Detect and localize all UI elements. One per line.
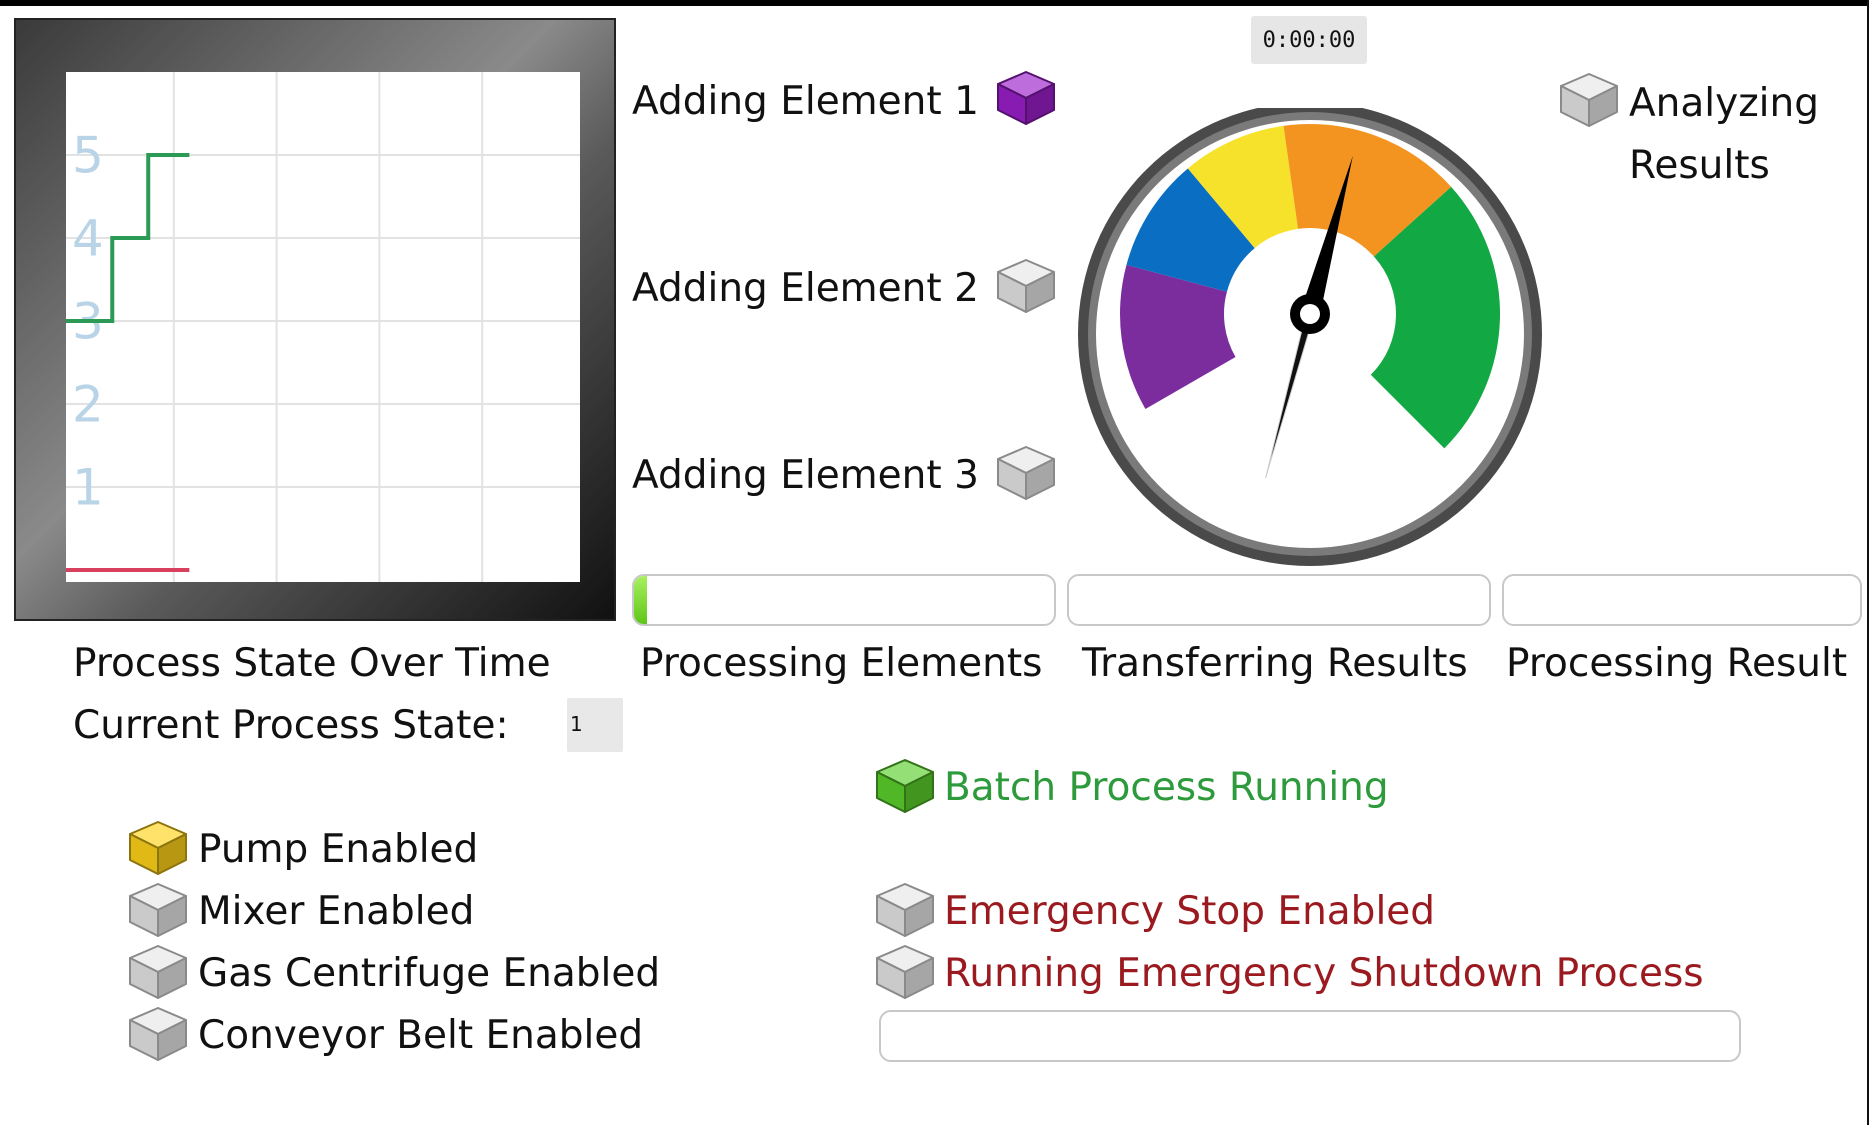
current-state-value: 1 [567, 698, 623, 752]
window-top-border [0, 0, 1869, 6]
process-timer: 0:00:00 [1251, 16, 1367, 64]
transferring-results-label: Transferring Results [1082, 641, 1468, 686]
processing-result-label: Processing Result [1506, 641, 1848, 686]
gas-centrifuge-indicator-icon [126, 942, 190, 1002]
y-tick-label: 5 [72, 127, 104, 185]
batch-running-label: Batch Process Running [944, 765, 1389, 810]
gauge-hub-center [1300, 304, 1320, 324]
y-tick-label: 2 [72, 376, 104, 434]
y-tick-label: 4 [72, 210, 104, 268]
adding-element-3-indicator-icon [994, 443, 1058, 503]
processing-result-progress-bar [1502, 574, 1862, 626]
mixer-label: Mixer Enabled [198, 889, 475, 934]
y-tick-label: 1 [72, 459, 104, 517]
adding-element-2-indicator-icon [994, 256, 1058, 316]
analyzing-label: Analyzing [1629, 81, 1819, 126]
analyzing-results-indicator-icon [1557, 70, 1621, 130]
process-state-chart: 12345 [66, 72, 580, 582]
adding-element-1-indicator-icon [994, 68, 1058, 128]
conveyor-indicator-icon [126, 1004, 190, 1064]
mixer-indicator-icon [126, 880, 190, 940]
results-label: Results [1629, 143, 1770, 188]
emergency-stop-label: Emergency Stop Enabled [944, 889, 1436, 934]
adding-element-2-label: Adding Element 2 [632, 266, 979, 311]
adding-element-3-label: Adding Element 3 [632, 453, 979, 498]
processing-elements-progress-fill [634, 576, 647, 624]
adding-element-1-label: Adding Element 1 [632, 79, 979, 124]
pump-indicator-icon [126, 818, 190, 878]
emergency-shutdown-label: Running Emergency Shutdown Process [944, 951, 1704, 996]
emergency-shutdown-progress-bar [879, 1010, 1741, 1062]
batch-running-indicator-icon [873, 756, 937, 816]
emergency-stop-indicator-icon [873, 880, 937, 940]
hmi-screen: 12345 Process State Over Time Current Pr… [0, 0, 1869, 1125]
processing-elements-label: Processing Elements [640, 641, 1043, 686]
process-gauge [1078, 108, 1542, 566]
transferring-results-progress-bar [1067, 574, 1491, 626]
emergency-shutdown-indicator-icon [873, 942, 937, 1002]
chart-title: Process State Over Time [73, 641, 551, 686]
process-state-chart-frame: 12345 [14, 18, 616, 621]
conveyor-label: Conveyor Belt Enabled [198, 1013, 644, 1058]
gas-centrifuge-label: Gas Centrifuge Enabled [198, 951, 661, 996]
current-state-label: Current Process State: [73, 703, 509, 748]
processing-elements-progress-bar [632, 574, 1056, 626]
pump-label: Pump Enabled [198, 827, 479, 872]
